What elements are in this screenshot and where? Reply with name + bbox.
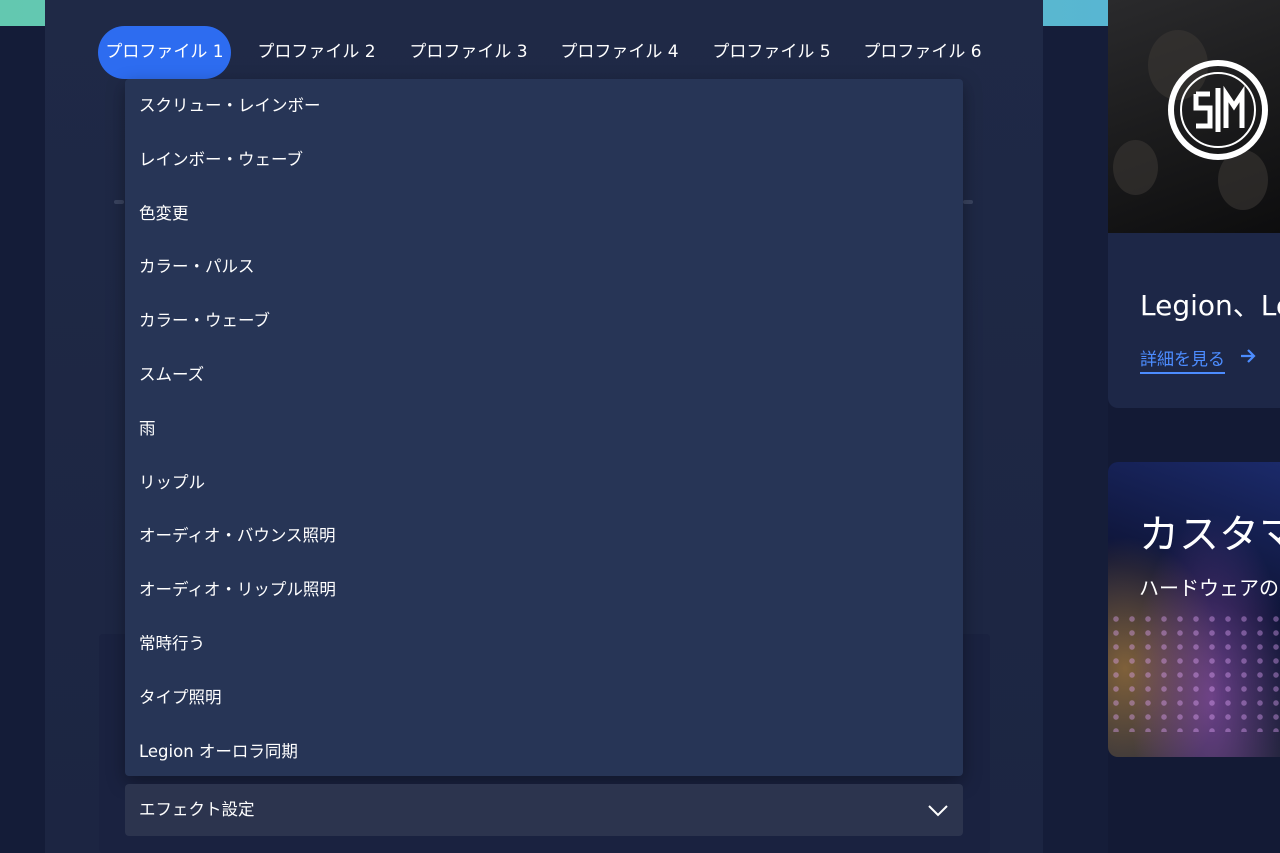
menu-item-color-wave[interactable]: カラー・ウェーブ bbox=[125, 294, 963, 348]
promo-card-legion[interactable]: Legion、Le 詳細を見る bbox=[1108, 0, 1280, 408]
promo-card-customize-title: カスタマイ bbox=[1139, 512, 1280, 558]
menu-item-aurora-sync[interactable]: Legion オーロラ同期 bbox=[125, 725, 963, 779]
menu-item-audio-bounce[interactable]: オーディオ・バウンス照明 bbox=[125, 509, 963, 563]
tsm-logo bbox=[1168, 60, 1268, 160]
left-edge-strip bbox=[0, 26, 45, 853]
tab-profile-3[interactable]: プロファイル 3 bbox=[402, 26, 535, 79]
menu-item-audio-ripple[interactable]: オーディオ・リップル照明 bbox=[125, 563, 963, 617]
keyboard-outline-left bbox=[114, 200, 124, 204]
menu-item-color-pulse[interactable]: カラー・パルス bbox=[125, 240, 963, 294]
tab-profile-1[interactable]: プロファイル 1 bbox=[98, 26, 231, 79]
keyboard-keys-pattern bbox=[1108, 612, 1280, 732]
menu-item-ripple[interactable]: リップル bbox=[125, 456, 963, 510]
effect-dropdown-menu: スクリュー・レインボー レインボー・ウェーブ 色変更 カラー・パルス カラー・ウ… bbox=[125, 79, 963, 776]
tab-profile-6[interactable]: プロファイル 6 bbox=[856, 26, 989, 79]
learn-more-link[interactable]: 詳細を見る bbox=[1140, 345, 1225, 374]
menu-item-screw-rainbow[interactable]: スクリュー・レインボー bbox=[125, 79, 963, 133]
menu-item-type-lighting[interactable]: タイプ照明 bbox=[125, 671, 963, 725]
tab-profile-2[interactable]: プロファイル 2 bbox=[250, 26, 383, 79]
tab-profile-4[interactable]: プロファイル 4 bbox=[553, 26, 686, 79]
promo-card-customize[interactable]: カスタマイ ハードウェアの照 bbox=[1108, 462, 1280, 757]
promo-card-title: Legion、Le bbox=[1140, 289, 1280, 322]
menu-item-color-change[interactable]: 色変更 bbox=[125, 187, 963, 241]
tab-profile-5[interactable]: プロファイル 5 bbox=[705, 26, 838, 79]
chevron-down-icon bbox=[928, 805, 948, 817]
column-gap bbox=[1043, 26, 1108, 853]
keyboard-outline-right bbox=[963, 200, 973, 204]
promo-card-customize-subtitle: ハードウェアの照 bbox=[1139, 576, 1280, 600]
effect-settings-label: エフェクト設定 bbox=[139, 800, 255, 819]
menu-item-smooth[interactable]: スムーズ bbox=[125, 348, 963, 402]
menu-item-always-on[interactable]: 常時行う bbox=[125, 617, 963, 671]
arrow-right-icon[interactable] bbox=[1239, 347, 1257, 365]
menu-item-rainbow-wave[interactable]: レインボー・ウェーブ bbox=[125, 133, 963, 187]
menu-item-rain[interactable]: 雨 bbox=[125, 402, 963, 456]
effect-settings-select[interactable]: エフェクト設定 bbox=[125, 784, 963, 836]
